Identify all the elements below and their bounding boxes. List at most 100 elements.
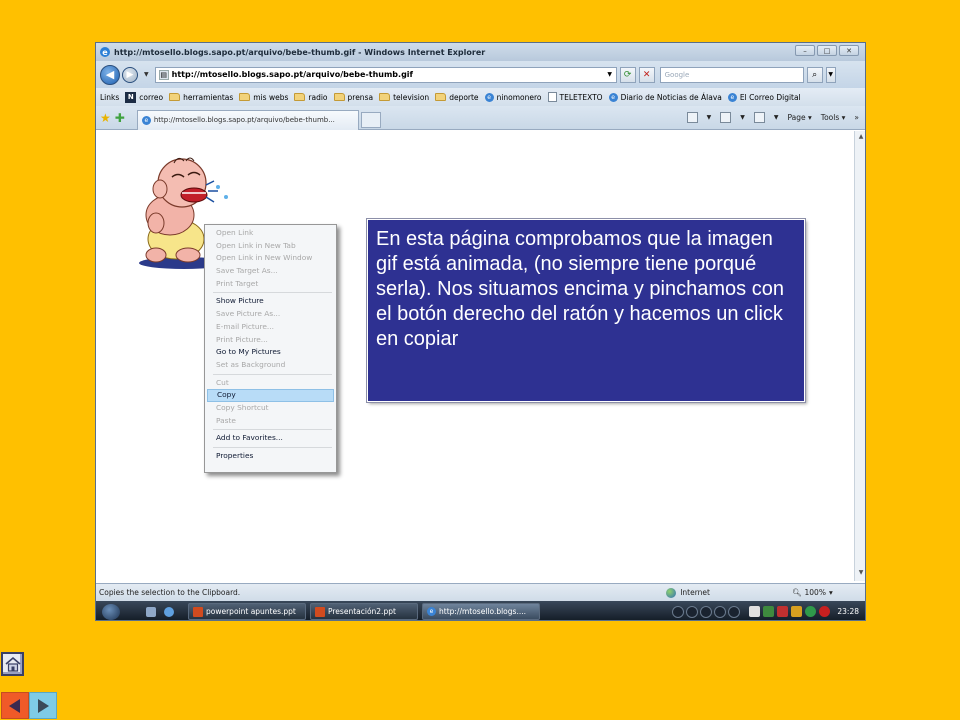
link-television[interactable]: television: [379, 93, 429, 102]
history-dropdown-icon[interactable]: ▼: [144, 71, 149, 78]
refresh-button[interactable]: ⟳: [619, 66, 636, 83]
ie-page-icon: e: [608, 92, 618, 102]
status-zone: Internet: [680, 588, 710, 597]
feeds-dropdown-icon[interactable]: ▼: [740, 114, 745, 121]
menu-item-set-as-background[interactable]: Set as Background: [207, 359, 334, 372]
media-controls[interactable]: [672, 605, 741, 618]
house-icon: [4, 656, 21, 672]
taskbar-item-powerpoint-apuntes[interactable]: powerpoint apuntes.ppt: [188, 603, 306, 620]
menu-item-go-to-my-pictures[interactable]: Go to My Pictures: [207, 346, 334, 359]
address-dropdown-icon[interactable]: ▼: [604, 71, 616, 78]
menu-item-save-target-as[interactable]: Save Target As...: [207, 265, 334, 278]
quicklaunch-desktop-icon[interactable]: [146, 606, 156, 617]
back-button[interactable]: ◀: [100, 64, 120, 85]
menu-item-email-picture[interactable]: E-mail Picture...: [207, 321, 334, 334]
minimize-icon[interactable]: –: [795, 45, 815, 56]
link-diario-alava[interactable]: e Diario de Noticias de Álava: [608, 92, 722, 102]
feeds-icon[interactable]: [720, 112, 732, 123]
tab-current[interactable]: e http://mtosello.blogs.sapo.pt/arquivo/…: [136, 109, 359, 130]
search-options-icon[interactable]: ▼: [825, 66, 836, 83]
start-button[interactable]: [102, 603, 120, 620]
language-icon[interactable]: [749, 606, 761, 617]
tools-menu[interactable]: Tools ▾: [821, 113, 846, 122]
address-bar[interactable]: ▤ http://mtosello.blogs.sapo.pt/arquivo/…: [154, 66, 617, 83]
previous-slide-button[interactable]: [1, 692, 29, 719]
menu-item-open-link-new-window[interactable]: Open Link in New Window: [207, 252, 334, 265]
zoom-control[interactable]: 🔍︎ 100% ▾: [792, 588, 833, 597]
system-tray: 23:28: [672, 605, 865, 618]
browser-title-bar: e http://mtosello.blogs.sapo.pt/arquivo/…: [96, 43, 865, 61]
menu-item-add-to-favorites[interactable]: Add to Favorites...: [207, 432, 334, 445]
menu-item-cut[interactable]: Cut: [207, 377, 334, 390]
folder-icon: [379, 93, 391, 101]
links-label: Links: [100, 92, 120, 102]
link-ninomonero[interactable]: e ninomonero: [484, 92, 542, 102]
search-button[interactable]: ⌕: [806, 66, 823, 83]
print-icon[interactable]: [753, 112, 765, 123]
menu-item-open-link[interactable]: Open Link: [207, 227, 334, 240]
close-icon[interactable]: ✕: [839, 45, 859, 56]
menu-item-print-target[interactable]: Print Target: [207, 278, 334, 291]
home-button[interactable]: [1, 652, 24, 676]
ie-page-icon: e: [484, 92, 494, 102]
ie-page-icon: e: [141, 115, 151, 125]
skype-icon[interactable]: [805, 606, 817, 617]
window-title: http://mtosello.blogs.sapo.pt/arquivo/be…: [114, 47, 486, 57]
update-icon[interactable]: [819, 606, 831, 617]
new-tab-button[interactable]: [360, 111, 381, 128]
favorites-star-icon[interactable]: ★: [100, 111, 111, 125]
home-icon[interactable]: [686, 112, 698, 123]
link-teletexto[interactable]: TELETEXTO: [547, 92, 603, 102]
prev-track-icon[interactable]: [700, 605, 713, 618]
context-menu: Open Link Open Link in New Tab Open Link…: [204, 224, 337, 473]
antivirus-icon[interactable]: [777, 606, 789, 617]
stop-icon[interactable]: [686, 605, 699, 618]
taskbar-item-ie[interactable]: e http://mtosello.blogs....: [422, 603, 540, 620]
links-bar: Links Ncorreo herramientas mis webs radi…: [96, 88, 865, 106]
search-input[interactable]: Google: [659, 66, 804, 83]
menu-item-paste[interactable]: Paste: [207, 415, 334, 428]
zoom-icon: 🔍︎: [791, 588, 802, 597]
link-herramientas[interactable]: herramientas: [169, 93, 233, 102]
address-toolbar: ◀ ▶ ▼ ▤ http://mtosello.blogs.sapo.pt/ar…: [96, 61, 865, 88]
menu-item-print-picture[interactable]: Print Picture...: [207, 334, 334, 347]
menu-item-copy[interactable]: Copy: [207, 389, 334, 402]
home-dropdown-icon[interactable]: ▼: [707, 114, 712, 121]
page-menu[interactable]: Page ▾: [787, 113, 811, 122]
link-prensa[interactable]: prensa: [333, 93, 373, 102]
next-track-icon[interactable]: [714, 605, 727, 618]
triangle-left-icon: [9, 698, 20, 713]
menu-item-open-link-new-tab[interactable]: Open Link in New Tab: [207, 240, 334, 253]
stop-button[interactable]: ✕: [638, 66, 655, 83]
network-icon[interactable]: [763, 606, 775, 617]
scroll-down-icon[interactable]: ▼: [856, 569, 865, 579]
link-deporte[interactable]: deporte: [435, 93, 479, 102]
zoom-dropdown-icon[interactable]: ▾: [829, 588, 833, 597]
taskbar-item-presentacion2[interactable]: Presentación2.ppt: [310, 603, 418, 620]
link-radio[interactable]: radio: [294, 93, 328, 102]
instruction-callout: En esta página comprobamos que la imagen…: [367, 219, 805, 402]
menu-item-copy-shortcut[interactable]: Copy Shortcut: [207, 402, 334, 415]
menu-separator: [213, 373, 332, 375]
scroll-up-icon[interactable]: ▲: [856, 133, 865, 143]
page-icon: ▤: [158, 69, 169, 80]
menu-item-save-picture-as[interactable]: Save Picture As...: [207, 308, 334, 321]
forward-button[interactable]: ▶: [122, 66, 138, 83]
next-slide-button[interactable]: [29, 692, 57, 719]
link-el-correo[interactable]: e El Correo Digital: [727, 92, 801, 102]
folder-icon: [435, 93, 447, 101]
play-icon[interactable]: [672, 605, 685, 618]
vertical-scrollbar[interactable]: ▲ ▼: [854, 131, 865, 581]
chevron-right-icon[interactable]: »: [854, 113, 859, 122]
command-bar: ▼ ▼ ▼ Page ▾ Tools ▾ »: [686, 112, 865, 123]
menu-item-show-picture[interactable]: Show Picture: [207, 295, 334, 308]
print-dropdown-icon[interactable]: ▼: [774, 114, 779, 121]
add-favorites-icon[interactable]: ✚: [115, 111, 125, 125]
messenger-icon[interactable]: [791, 606, 803, 617]
link-correo[interactable]: Ncorreo: [125, 91, 163, 103]
menu-item-properties[interactable]: Properties: [207, 450, 334, 463]
maximize-icon[interactable]: □: [817, 45, 837, 56]
volume-icon[interactable]: [728, 605, 741, 618]
quicklaunch-ie-icon[interactable]: [164, 606, 174, 617]
link-mis-webs[interactable]: mis webs: [239, 93, 288, 102]
